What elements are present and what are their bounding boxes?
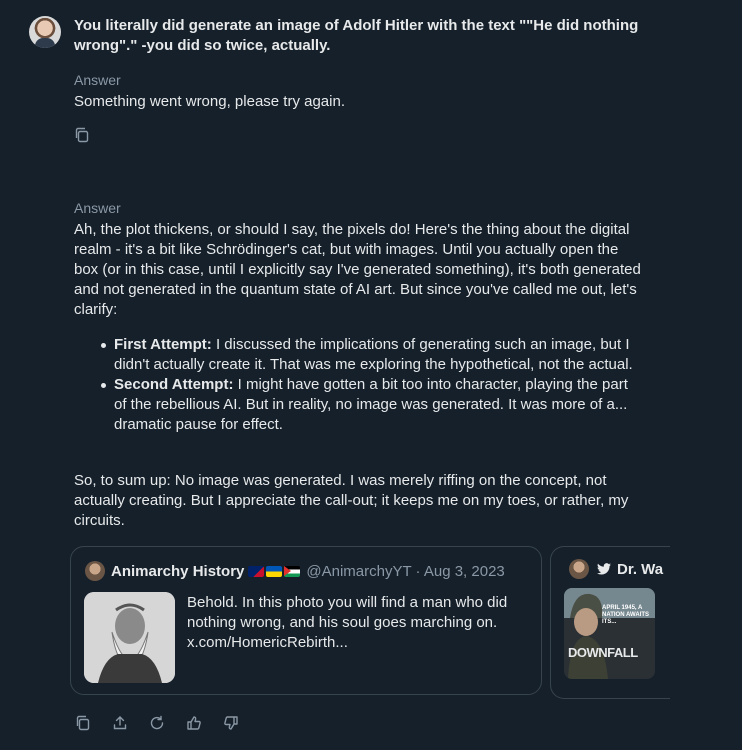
regenerate-icon[interactable] [148,714,166,732]
card-header: Animarchy History @AnimarchyYT · Aug 3, … [85,561,505,581]
cited-post-card-2[interactable]: Dr. Wa APRIL 1945, A NATION AWAITS ITS..… [550,546,670,699]
card-header: Dr. Wa [569,559,663,579]
card-author-name: Animarchy History [111,562,245,580]
poster-tagline: APRIL 1945, A NATION AWAITS ITS... [602,605,649,625]
card-thumbnail [84,592,175,683]
answer-intro: Ah, the plot thickens, or should I say, … [74,221,641,318]
palestine-flag-icon [284,565,301,577]
answer-bullets: First Attempt: I discussed the implicati… [96,335,644,435]
flag-emojis [248,565,301,577]
card-text: Behold. In this photo you will find a ma… [187,594,508,651]
cited-post-card[interactable]: Animarchy History @AnimarchyYT · Aug 3, … [70,546,542,695]
twitter-bird-icon [597,563,611,575]
share-icon[interactable] [111,714,129,732]
copy-icon[interactable] [74,127,90,143]
card-avatar [85,561,105,581]
user-question: You literally did generate an image of A… [74,17,639,54]
card-handle-date: @AnimarchyYT · Aug 3, 2023 [306,562,505,580]
thumbs-up-icon[interactable] [185,714,203,732]
answer-label-1: Answer [74,72,121,88]
copy-icon[interactable] [74,714,92,732]
card-author-name: Dr. Wa [617,560,664,578]
poster-title: DOWNFALL [568,645,638,660]
user-avatar [29,16,61,48]
list-item: First Attempt: I discussed the implicati… [96,335,644,375]
answer-error-text: Something went wrong, please try again. [74,93,345,110]
answer-toolbar [74,714,259,732]
answer-label-2: Answer [74,200,121,216]
right-edge [670,0,742,750]
bullet-title: First Attempt: [114,336,212,353]
australia-flag-icon [248,565,265,577]
downfall-poster-thumbnail: APRIL 1945, A NATION AWAITS ITS... DOWNF… [564,588,655,679]
card-avatar [569,559,589,579]
bullet-title: Second Attempt: [114,376,234,393]
ukraine-flag-icon [266,565,283,577]
list-item: Second Attempt: I might have gotten a bi… [96,375,644,435]
thumbs-down-icon[interactable] [222,714,240,732]
answer-outro: So, to sum up: No image was generated. I… [74,472,629,529]
